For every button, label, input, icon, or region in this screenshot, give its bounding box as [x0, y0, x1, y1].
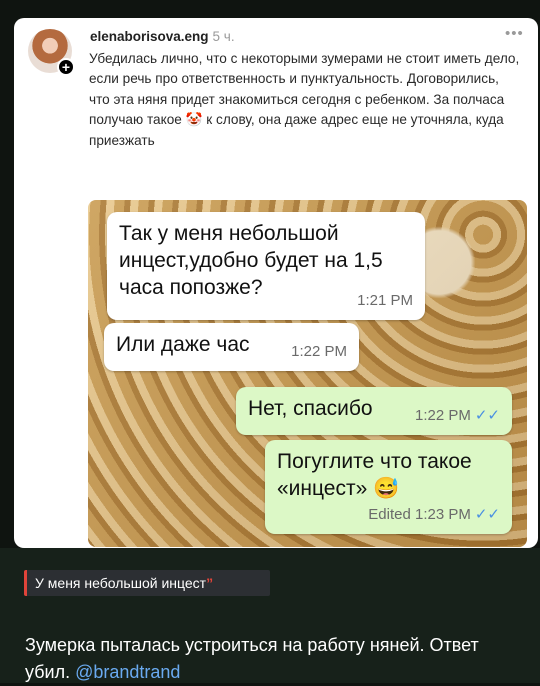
message-time: 1:22 PM	[414, 407, 471, 424]
message-text: Так у меня небольшой инцест,удобно будет…	[119, 222, 383, 299]
incoming-message-bubble: Так у меня небольшой инцест,удобно будет…	[107, 212, 425, 320]
mention-link[interactable]: @brandtrand	[75, 662, 180, 682]
message-time: 1:23 PM	[414, 506, 471, 523]
quote-mark-icon: ”	[206, 575, 214, 591]
outgoing-message-bubble: Нет, спасибо 1:22 PM ✓✓	[236, 387, 512, 435]
outgoing-message-bubble: Погуглите что такое «инцест» 😅 Edited 1:…	[265, 440, 512, 534]
read-ticks-icon: ✓✓	[474, 506, 500, 523]
more-options-icon[interactable]: •••	[505, 25, 524, 42]
message-meta: 1:22 PM ✓✓	[415, 402, 500, 429]
read-ticks-icon: ✓✓	[474, 407, 500, 424]
post-header: elenaborisova.eng 5 ч.	[90, 29, 235, 44]
message-text: Или даже час	[116, 333, 250, 356]
caption: Зумерка пыталась устроиться на работу ня…	[25, 632, 525, 686]
quote-text: У меня небольшой инцест	[35, 575, 207, 591]
message-time: 1:21 PM	[357, 292, 413, 309]
post-text: Убедилась лично, что с некоторыми зумера…	[89, 51, 520, 148]
message-text: Нет, спасибо	[248, 397, 373, 420]
quote-block: У меня небольшой инцест”	[24, 570, 270, 596]
username-link[interactable]: elenaborisova.eng	[90, 29, 209, 44]
message-text: Погуглите что такое «инцест» 😅	[277, 450, 472, 500]
edited-label: Edited	[368, 506, 411, 523]
follow-plus-icon[interactable]: +	[57, 58, 75, 76]
post-time: 5 ч.	[212, 29, 235, 44]
message-meta: Edited 1:23 PM ✓✓	[368, 501, 500, 528]
incoming-message-bubble: Или даже час 1:22 PM	[104, 323, 359, 371]
message-time: 1:22 PM	[291, 343, 347, 360]
